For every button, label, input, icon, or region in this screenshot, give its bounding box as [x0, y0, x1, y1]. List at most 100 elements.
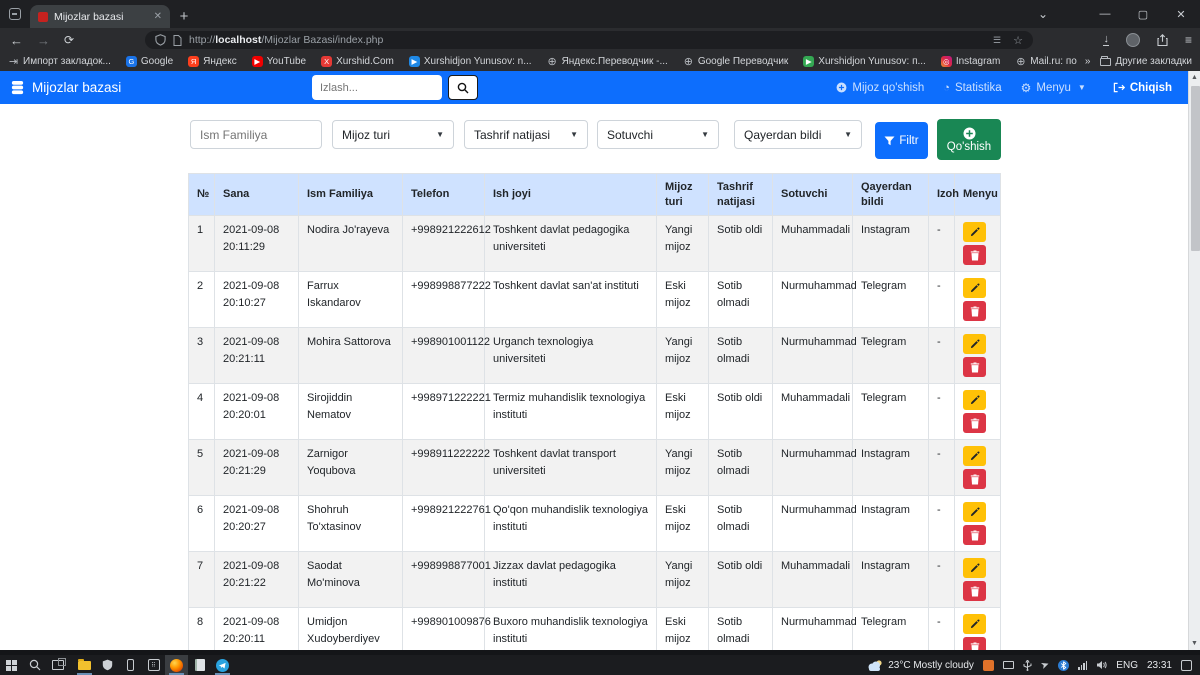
- cell-source: Instagram: [853, 216, 929, 272]
- share-icon[interactable]: [1157, 34, 1168, 46]
- bookmark-item[interactable]: XXurshid.Com: [321, 56, 394, 67]
- plus-circle-icon: [963, 127, 976, 140]
- back-button[interactable]: ←: [10, 33, 23, 48]
- edit-button[interactable]: [963, 222, 986, 242]
- add-button[interactable]: Qo'shish: [937, 119, 1001, 160]
- display-icon[interactable]: [1003, 661, 1014, 669]
- page-scrollbar[interactable]: ▲ ▼: [1188, 71, 1200, 650]
- notification-center-icon[interactable]: [1181, 660, 1192, 671]
- client-type-select[interactable]: Mijoz turi▼: [332, 120, 454, 149]
- bookmark-item[interactable]: ⇥Импорт закладок...: [8, 56, 111, 67]
- bookmark-item[interactable]: ◎Instagram: [941, 56, 1000, 67]
- bluetooth-icon[interactable]: [1058, 660, 1069, 671]
- delete-button[interactable]: [963, 245, 986, 265]
- search-button[interactable]: [448, 75, 478, 100]
- column-header: Mijoz turi: [657, 174, 709, 216]
- downloads-icon[interactable]: ↓: [1103, 35, 1109, 46]
- speaker-icon[interactable]: [1096, 660, 1107, 670]
- telegram-button[interactable]: [211, 655, 234, 675]
- trash-icon: [970, 250, 980, 261]
- scrollbar-thumb[interactable]: [1191, 86, 1200, 251]
- tab-close-icon[interactable]: ✕: [154, 11, 162, 22]
- bookmark-item[interactable]: ⊕Mail.ru: почта, поиск ...: [1015, 56, 1077, 67]
- edit-button[interactable]: [963, 446, 986, 466]
- security-app-button[interactable]: [96, 655, 119, 675]
- nav-link-logout[interactable]: Chiqish: [1113, 82, 1172, 94]
- delete-button[interactable]: [963, 357, 986, 377]
- tab-search-chevron-icon[interactable]: ⌄: [1024, 0, 1062, 28]
- delete-button[interactable]: [963, 301, 986, 321]
- cell-phone: +998901009876: [403, 608, 485, 651]
- delete-button[interactable]: [963, 581, 986, 601]
- bookmark-item[interactable]: ▶YouTube: [252, 56, 306, 67]
- browser-menu-icon[interactable]: ≡: [1185, 33, 1192, 47]
- edit-button[interactable]: [963, 614, 986, 634]
- weather-widget[interactable]: 23°C Mostly cloudy: [866, 659, 974, 672]
- language-indicator[interactable]: ENG: [1116, 660, 1138, 671]
- start-button[interactable]: [0, 655, 23, 675]
- bookmark-item[interactable]: ▶Xurshidjon Yunusov: n...: [409, 56, 532, 67]
- bookmark-item[interactable]: ЯЯндекс: [188, 56, 237, 67]
- bookmarks-overflow-chevron-icon[interactable]: »: [1085, 56, 1091, 67]
- notes-app-button[interactable]: [188, 655, 211, 675]
- app-box-icon: ⠿: [148, 659, 160, 671]
- firefox-button[interactable]: [165, 655, 188, 675]
- delete-button[interactable]: [963, 469, 986, 489]
- edit-button[interactable]: [963, 390, 986, 410]
- clock[interactable]: 23:31: [1147, 660, 1172, 671]
- taskbar-search-button[interactable]: [23, 655, 46, 675]
- scroll-up-arrow-icon[interactable]: ▲: [1189, 71, 1200, 84]
- cell-workplace: Toshkent davlat pedagogika universiteti: [485, 216, 657, 272]
- tray-app-icon[interactable]: [983, 660, 994, 671]
- minimize-button[interactable]: —: [1086, 0, 1124, 28]
- task-view-button[interactable]: [46, 655, 69, 675]
- nav-link-statistics[interactable]: ◔ Statistika: [943, 82, 1001, 94]
- name-filter-input[interactable]: [190, 120, 322, 149]
- bookmark-favicon-icon: ⊕: [1015, 56, 1026, 67]
- edit-button[interactable]: [963, 278, 986, 298]
- delete-button[interactable]: [963, 525, 986, 545]
- app-brand[interactable]: Mijozlar bazasi: [10, 80, 121, 95]
- browser-window-icon[interactable]: [0, 0, 30, 28]
- cell-phone: +998998877222: [403, 272, 485, 328]
- chevron-down-icon: ▼: [570, 130, 578, 139]
- delete-button[interactable]: [963, 637, 986, 650]
- bookmark-item[interactable]: ▶Xurshidjon Yunusov: п...: [803, 56, 926, 67]
- cell-workplace: Toshkent davlat transport universiteti: [485, 440, 657, 496]
- filter-button[interactable]: Filtr: [875, 122, 928, 159]
- reading-list-icon[interactable]: ☰: [993, 35, 1001, 46]
- reload-button[interactable]: ⟳: [64, 33, 74, 47]
- cell-number: 3: [189, 328, 215, 384]
- close-button[interactable]: ✕: [1162, 0, 1200, 28]
- forward-button[interactable]: →: [37, 33, 50, 48]
- delete-button[interactable]: [963, 413, 986, 433]
- usb-icon[interactable]: [1023, 660, 1032, 671]
- file-explorer-button[interactable]: [73, 655, 96, 675]
- other-bookmarks-folder[interactable]: Другие закладки: [1100, 56, 1192, 67]
- network-signal-icon[interactable]: [1078, 661, 1087, 670]
- browser-tab[interactable]: Mijozlar bazasi ✕: [30, 5, 170, 28]
- store-app-button[interactable]: ⠿: [142, 655, 165, 675]
- address-bar[interactable]: http://localhost/Mijozlar Bazasi/index.p…: [145, 31, 1033, 49]
- phone-app-button[interactable]: [119, 655, 142, 675]
- nav-link-add-client[interactable]: Mijoz qo'shish: [836, 82, 924, 94]
- source-select[interactable]: Qayerdan bildi▼: [734, 120, 862, 149]
- edit-button[interactable]: [963, 502, 986, 522]
- bookmark-item[interactable]: GGoogle: [126, 56, 173, 67]
- scroll-down-arrow-icon[interactable]: ▼: [1189, 637, 1200, 650]
- telegram-tray-icon[interactable]: ➤: [1039, 658, 1051, 671]
- seller-select[interactable]: Sotuvchi▼: [597, 120, 719, 149]
- new-tab-button[interactable]: +: [170, 4, 198, 28]
- nav-link-menu[interactable]: ⚙ Menyu ▼: [1021, 81, 1086, 95]
- visit-result-select[interactable]: Tashrif natijasi▼: [464, 120, 588, 149]
- edit-button[interactable]: [963, 558, 986, 578]
- bookmark-star-icon[interactable]: ☆: [1013, 34, 1023, 47]
- cell-number: 2: [189, 272, 215, 328]
- search-input[interactable]: [312, 75, 442, 100]
- profile-avatar[interactable]: [1126, 33, 1140, 47]
- bookmark-item[interactable]: ⊕Google Переводчик: [683, 56, 788, 67]
- maximize-button[interactable]: ▢: [1124, 0, 1162, 28]
- edit-button[interactable]: [963, 334, 986, 354]
- bookmark-item[interactable]: ⊕Яндекс.Переводчик -...: [547, 56, 668, 67]
- cell-workplace: Termiz muhandislik texnologiya instituti: [485, 384, 657, 440]
